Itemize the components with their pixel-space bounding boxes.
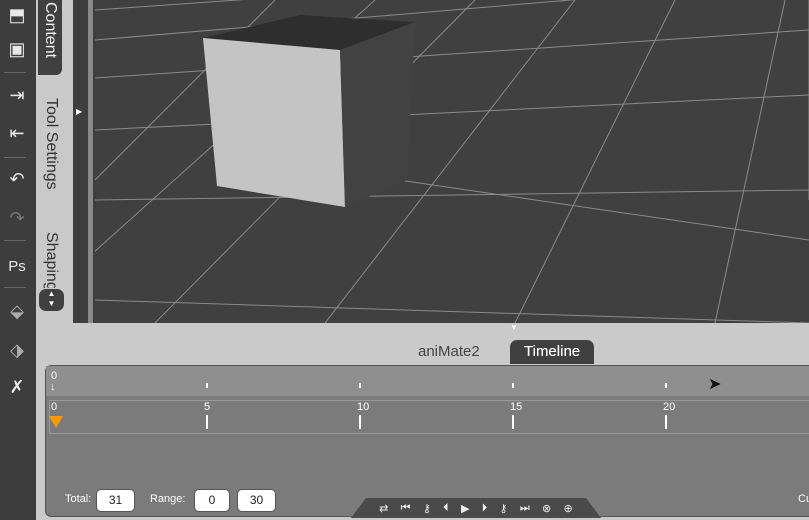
remove-key-icon[interactable]: ⊗ [542,502,551,515]
timeline-panel: 0 ↓ 05101520 Total: 31 Range: 0 30 Cu ⇄ … [45,365,809,518]
active-tab-label: Timeline [524,343,581,360]
export-icon[interactable]: ⇤ [4,120,30,146]
tab-shaping[interactable]: Shaping [42,232,60,288]
photoshop-bridge-icon[interactable]: Ps [4,254,30,280]
3d-viewport[interactable] [14,0,809,324]
range-end-input[interactable]: 30 [237,489,276,512]
jump-end-icon[interactable]: ⏭ [520,502,530,515]
frame-tick-label: 10 [357,401,370,413]
range-ruler[interactable] [46,366,809,396]
divider [4,157,26,158]
total-label: Total: [65,493,92,505]
range-tick [665,383,667,388]
range-label: Range: [150,493,186,505]
frame-tick-label: 20 [663,401,676,413]
range-start-input[interactable]: 0 [194,489,230,512]
redo-icon[interactable]: ↷ [4,205,30,231]
step-forward-icon[interactable]: ⏵ [482,502,488,515]
mouse-cursor-icon: ➤ [708,376,722,393]
range-tick [359,383,361,388]
tab-animate2[interactable]: aniMate2 [404,340,494,364]
frame-tick-label: 15 [510,401,523,413]
viewport-scene [14,0,809,324]
frame-ruler[interactable] [49,400,809,434]
play-icon[interactable]: ▶ [461,502,469,515]
step-back-icon[interactable]: ⏴ [443,502,449,515]
floor-grid [14,0,809,324]
frame-tick [512,415,514,429]
playhead-marker[interactable] [49,416,63,428]
range-marker-icon[interactable]: ↓ [50,381,56,393]
send-to-3d-icon[interactable]: ⬙ [4,298,30,324]
pane-resize-arrow-icon[interactable]: ▼ [510,323,518,332]
transport-controls: ⇄ ⏮ ⚷ ⏴ ▶ ⏵ ⚷ ⏭ ⊗ ⊕ [351,498,601,518]
tab-tool-settings[interactable]: Tool Settings [42,98,60,190]
expand-arrow-icon[interactable]: ▶ [76,107,82,116]
loop-icon[interactable]: ⇄ [379,502,388,515]
bottom-pane: ▼ aniMate2 Timeline Timeline 0 ↓ 0 5 10 15 2… [36,323,809,520]
current-label: Cu [798,493,809,505]
tab-timeline[interactable]: Timeline Timeline [510,340,595,364]
divider [4,287,26,288]
frame-tick [665,415,667,429]
main-toolbar: ⬒ ▣ ⇥ ⇤ ↶ ↷ Ps ⬙ ⬗ ✗ [0,0,36,520]
frame-tick-label: 5 [204,401,211,413]
divider [4,240,26,241]
add-key-icon[interactable]: ⊕ [564,502,573,515]
range-tick [512,383,514,388]
send-to-book-icon[interactable]: ⬗ [4,337,30,363]
import-icon[interactable]: ⇥ [4,82,30,108]
open-folder-icon[interactable]: ⬒ [4,2,30,28]
cube-side [340,22,415,207]
jump-start-icon[interactable]: ⏮ [401,502,411,515]
next-key-icon[interactable]: ⚷ [499,502,507,515]
frame-tick-label: 0 [51,401,58,413]
tab-content[interactable]: Content [38,0,62,75]
frame-tick [359,415,361,429]
zbrush-bridge-icon[interactable]: ✗ [4,374,30,400]
divider [4,72,26,73]
panel-collapse-strip[interactable]: ▶ [73,0,95,323]
cube-front [203,38,345,207]
range-tick [206,383,208,388]
undo-icon[interactable]: ↶ [4,166,30,192]
side-panel: Content Tool Settings Shaping ▲ ▼ [36,0,75,323]
prev-key-icon[interactable]: ⚷ [423,502,431,515]
frame-tick [206,415,208,429]
tab-scroll-button[interactable]: ▲ ▼ [39,289,64,311]
save-icon[interactable]: ▣ [4,36,30,62]
total-frames-input[interactable]: 31 [96,489,135,512]
